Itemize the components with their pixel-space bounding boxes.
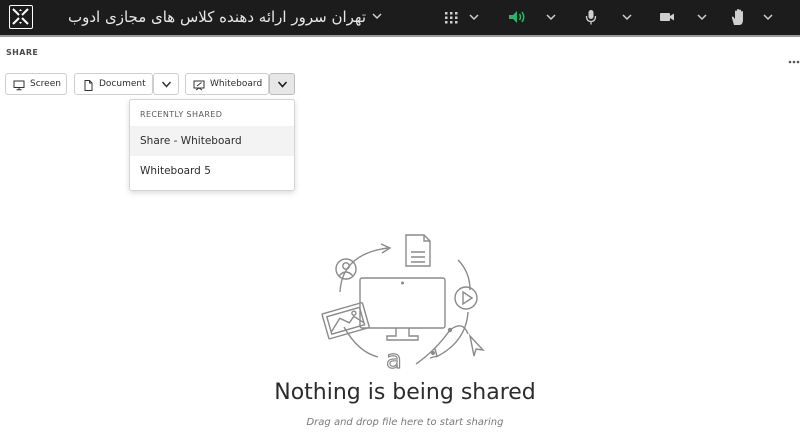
microphone-icon[interactable] (583, 6, 599, 28)
share-document-button[interactable]: Document (74, 73, 153, 95)
pod-options-icon[interactable] (788, 50, 800, 64)
top-bar: تهران سرور ارائه دهنده کلاس های مجازی اد… (0, 0, 800, 35)
document-options-button[interactable] (153, 73, 179, 95)
share-screen-button[interactable]: Screen (5, 73, 67, 95)
share-pod-header: SHARE (0, 37, 800, 67)
share-document-label: Document (99, 79, 146, 89)
speaker-icon[interactable] (506, 6, 528, 28)
dropdown-item[interactable]: Share - Whiteboard (130, 126, 294, 156)
empty-state-title: Nothing is being shared (274, 380, 536, 405)
camera-chevron-down-icon[interactable] (696, 9, 708, 25)
camera-icon[interactable] (658, 6, 676, 28)
document-icon (82, 79, 94, 91)
dropdown-header: RECENTLY SHARED (140, 110, 223, 119)
dropdown-item[interactable]: Whiteboard 5 (130, 156, 294, 186)
share-whiteboard-label: Whiteboard (210, 79, 263, 89)
recently-shared-dropdown: RECENTLY SHARED Share - Whiteboard White… (129, 99, 295, 191)
pod-title: SHARE (6, 48, 39, 57)
monitor-icon (13, 79, 25, 91)
hand-chevron-down-icon[interactable] (762, 9, 774, 25)
apps-grid-icon[interactable] (442, 6, 460, 28)
share-screen-label: Screen (30, 79, 61, 89)
whiteboard-options-button[interactable] (269, 73, 295, 95)
apps-chevron-down-icon[interactable] (468, 9, 480, 25)
meeting-title: تهران سرور ارائه دهنده کلاس های مجازی اد… (66, 8, 366, 26)
share-whiteboard-button[interactable]: Whiteboard (185, 73, 269, 95)
document-chevron-down-icon (161, 81, 172, 88)
whiteboard-icon (193, 79, 205, 91)
empty-state-subtitle: Drag and drop file here to start sharing (306, 417, 504, 428)
microphone-chevron-down-icon[interactable] (621, 9, 633, 25)
svg-text:a: a (386, 345, 402, 372)
speaker-chevron-down-icon[interactable] (545, 9, 557, 25)
raise-hand-icon[interactable] (729, 6, 747, 28)
empty-share-illustration: a (318, 232, 492, 376)
title-chevron-down-icon[interactable] (370, 8, 384, 26)
app-logo-icon[interactable] (9, 5, 33, 29)
whiteboard-chevron-down-icon (277, 81, 288, 88)
